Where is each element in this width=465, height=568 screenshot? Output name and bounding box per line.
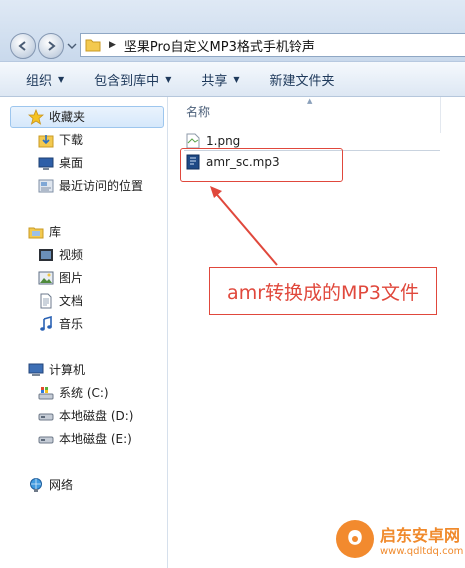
sidebar-item-libraries[interactable]: 库	[28, 223, 61, 240]
sidebar-item-label: 最近访问的位置	[59, 179, 144, 193]
music-icon	[38, 315, 54, 332]
highlight-box	[180, 148, 343, 182]
sidebar-item-drive-c[interactable]: 系统 (C:)	[38, 384, 109, 401]
address-path-box[interactable]: ▶ 坚果Pro自定义MP3格式手机铃声	[80, 33, 465, 57]
watermark-title: 启东安卓网	[380, 525, 461, 545]
sidebar-item-label: 网络	[49, 478, 74, 492]
watermark-url: www.qdltdq.com	[380, 545, 464, 557]
back-button[interactable]	[10, 33, 36, 59]
chevron-down-icon: ▼	[58, 74, 65, 84]
download-folder-icon	[38, 132, 54, 148]
folder-icon	[85, 39, 101, 52]
address-bar-region: ▶ 坚果Pro自定义MP3格式手机铃声	[0, 0, 465, 62]
sidebar-item-label: 计算机	[49, 363, 86, 377]
annotation-text: amr转换成的MP3文件	[227, 281, 419, 304]
pictures-icon	[38, 270, 54, 286]
share-button[interactable]: 共享 ▼	[201, 62, 239, 96]
sidebar-item-recent-places[interactable]: 最近访问的位置	[38, 177, 143, 194]
sort-ascending-icon: ▲	[307, 97, 313, 105]
sidebar-item-drive-d[interactable]: 本地磁盘 (D:)	[38, 407, 133, 424]
image-file-icon	[186, 133, 200, 149]
sidebar-item-label: 系统 (C:)	[59, 386, 109, 400]
breadcrumb-current-folder[interactable]: 坚果Pro自定义MP3格式手机铃声	[124, 36, 315, 55]
video-icon	[38, 247, 54, 263]
sidebar-item-computer[interactable]: 计算机	[28, 361, 85, 378]
recent-places-icon	[38, 178, 54, 194]
new-folder-label: 新建文件夹	[269, 73, 335, 89]
disk-drive-icon	[38, 431, 54, 447]
breadcrumb-separator-icon[interactable]: ▶	[109, 40, 116, 50]
library-icon	[28, 224, 44, 240]
forward-button[interactable]	[38, 33, 64, 59]
sidebar-item-music[interactable]: 音乐	[38, 315, 83, 332]
sidebar-item-videos[interactable]: 视频	[38, 246, 83, 263]
sidebar-item-label: 本地磁盘 (D:)	[59, 409, 134, 423]
sidebar-item-label: 文档	[59, 294, 84, 308]
column-header-name[interactable]: 名称	[186, 103, 210, 120]
sidebar-item-label: 音乐	[59, 317, 84, 331]
back-arrow-icon	[18, 41, 26, 51]
sidebar-item-pictures[interactable]: 图片	[38, 269, 83, 286]
sidebar-item-documents[interactable]: 文档	[38, 292, 83, 309]
new-folder-button[interactable]: 新建文件夹	[270, 62, 335, 96]
sidebar-item-desktop[interactable]: 桌面	[38, 154, 83, 171]
watermark: 启东安卓网 www.qdltdq.com	[336, 520, 463, 558]
organize-label: 组织	[26, 73, 53, 89]
sidebar-item-label: 库	[49, 225, 62, 239]
share-label: 共享	[201, 73, 228, 89]
sidebar-item-label: 图片	[59, 271, 84, 285]
chevron-down-icon: ▼	[233, 74, 240, 84]
sidebar-item-label: 视频	[59, 248, 84, 262]
include-in-library-label: 包含到库中	[94, 73, 160, 89]
sidebar-item-favorites[interactable]: 收藏夹	[28, 108, 85, 125]
column-divider[interactable]	[440, 97, 441, 133]
star-icon	[28, 108, 44, 125]
computer-icon	[28, 362, 44, 378]
command-toolbar: 组织 ▼ 包含到库中 ▼ 共享 ▼ 新建文件夹	[0, 62, 465, 97]
forward-arrow-icon	[48, 41, 56, 51]
file-row-1-png[interactable]: 1.png	[186, 133, 240, 149]
sidebar-item-label: 收藏夹	[49, 110, 86, 124]
system-drive-icon	[38, 385, 54, 401]
include-in-library-button[interactable]: 包含到库中 ▼	[94, 62, 171, 96]
sidebar-item-downloads[interactable]: 下载	[38, 131, 83, 148]
sidebar-item-label: 下载	[59, 133, 84, 147]
sidebar-item-network[interactable]: 网络	[28, 476, 73, 493]
recent-pages-dropdown-icon[interactable]	[67, 42, 77, 50]
chevron-down-icon: ▼	[165, 74, 172, 84]
disk-drive-icon	[38, 408, 54, 424]
desktop-icon	[38, 155, 54, 171]
navigation-pane: 收藏夹 下载 桌面 最近访问的位置 库 视频 图片 文档 音乐 计算机 系统 (…	[0, 97, 168, 568]
sidebar-item-drive-e[interactable]: 本地磁盘 (E:)	[38, 430, 132, 447]
annotation-callout: amr转换成的MP3文件	[209, 267, 437, 315]
organize-button[interactable]: 组织 ▼	[26, 62, 64, 96]
file-name: 1.png	[206, 134, 241, 148]
sidebar-item-label: 本地磁盘 (E:)	[59, 432, 132, 446]
watermark-logo-icon	[336, 520, 374, 558]
documents-icon	[38, 293, 54, 309]
network-icon	[28, 477, 44, 493]
sidebar-item-label: 桌面	[59, 156, 84, 170]
